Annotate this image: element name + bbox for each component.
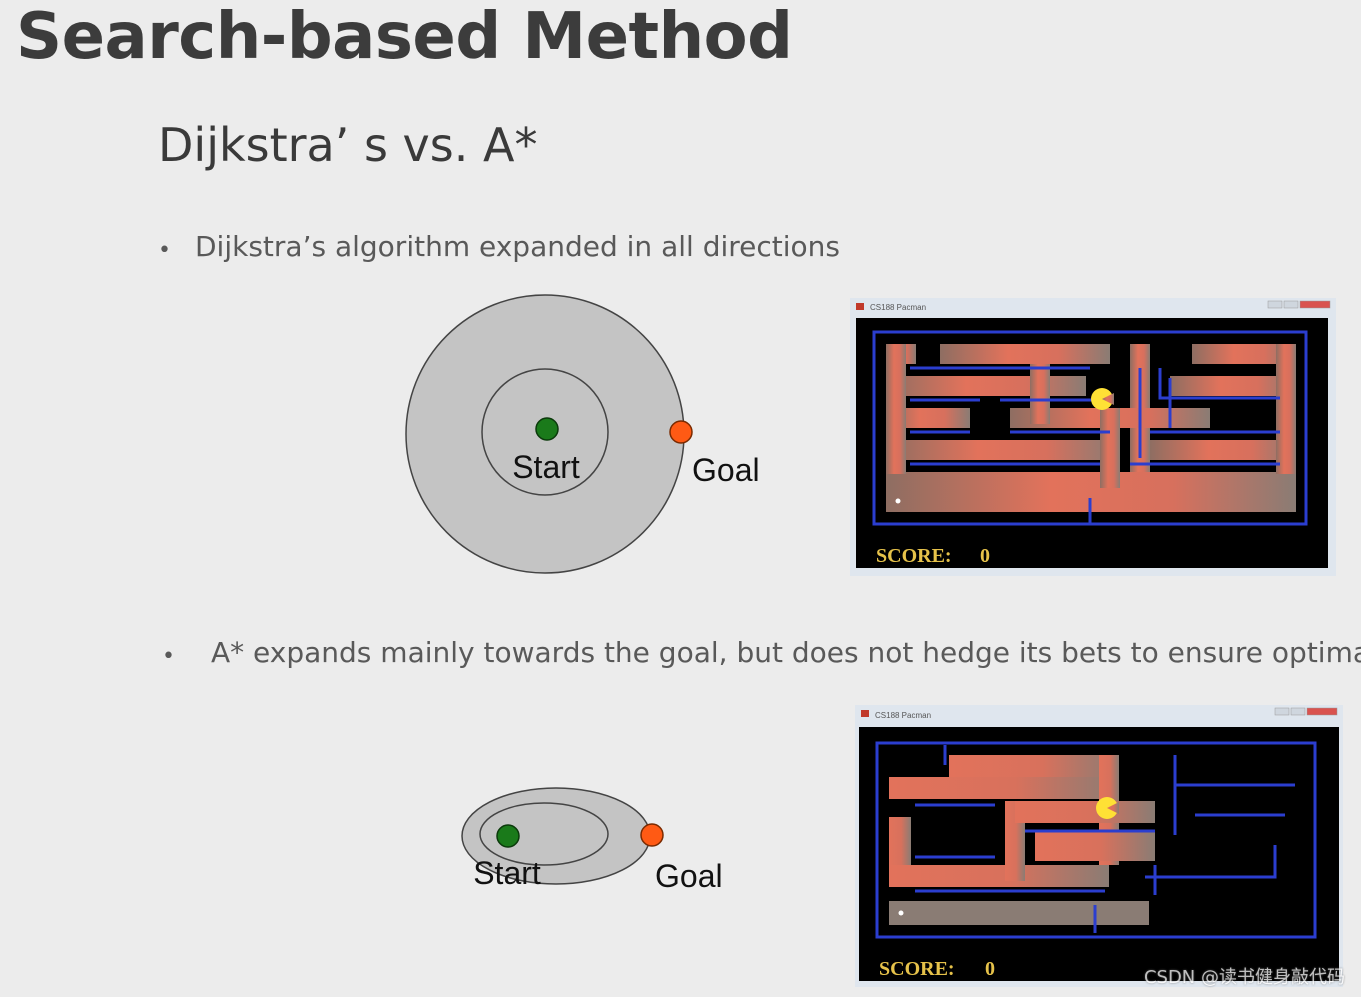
- pacman-window-dijkstra: CS188 Pacman SCORE: 0: [850, 298, 1336, 576]
- dijkstra-diagram: Start Goal: [405, 294, 760, 574]
- maximize-button[interactable]: [1290, 707, 1306, 716]
- goal-node: [669, 420, 693, 444]
- start-label: Start: [512, 449, 580, 485]
- close-button[interactable]: [1306, 707, 1338, 716]
- score-label: SCORE:: [879, 958, 955, 980]
- start-label: Start: [473, 855, 541, 891]
- minimize-button[interactable]: [1274, 707, 1290, 716]
- close-button[interactable]: [1299, 300, 1331, 309]
- goal-node: [640, 823, 664, 847]
- window-title: CS188 Pacman: [875, 711, 931, 720]
- pacman-window-astar: CS188 Pacman SCORE: 0: [855, 705, 1343, 987]
- minimize-button[interactable]: [1267, 300, 1283, 309]
- bullet-marker: •: [162, 644, 175, 669]
- score-label: SCORE:: [876, 545, 952, 567]
- astar-diagram: Start Goal: [461, 787, 723, 894]
- bullet-dijkstra: Dijkstra’s algorithm expanded in all dir…: [195, 230, 840, 263]
- maximize-button[interactable]: [1283, 300, 1299, 309]
- goal-label: Goal: [655, 858, 723, 894]
- app-icon: [861, 710, 869, 717]
- goal-label: Goal: [692, 452, 760, 488]
- slide-title: Search-based Method: [16, 0, 793, 74]
- bullet-marker: •: [158, 238, 171, 263]
- start-node: [535, 417, 559, 441]
- app-icon: [856, 303, 864, 310]
- score-value: 0: [980, 545, 990, 567]
- food-pellet: [898, 910, 904, 916]
- score-value: 0: [985, 958, 995, 980]
- explored-path-lower: [889, 901, 1149, 925]
- bullet-astar: A* expands mainly towards the goal, but …: [211, 636, 1361, 669]
- food-pellet: [895, 498, 901, 504]
- window-title: CS188 Pacman: [870, 303, 926, 312]
- slide-subtitle: Dijkstra’ s vs. A*: [158, 118, 538, 172]
- watermark: CSDN @读书健身敲代码: [1143, 967, 1345, 988]
- start-node: [496, 824, 520, 848]
